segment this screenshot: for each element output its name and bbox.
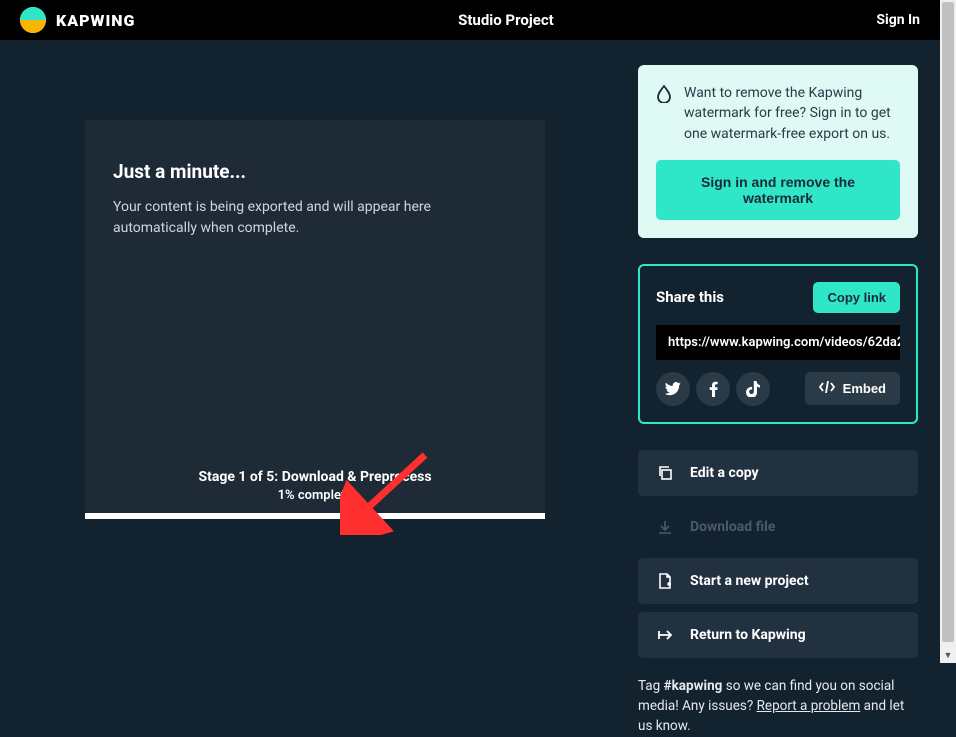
embed-icon: [819, 381, 835, 396]
progress-fill: [85, 513, 545, 519]
new-project-button[interactable]: Start a new project: [638, 558, 918, 604]
export-stage-label: Stage 1 of 5: Download & Preprocess: [113, 469, 517, 485]
facebook-icon[interactable]: [696, 372, 730, 406]
droplet-icon: [656, 85, 672, 144]
kapwing-logo-icon[interactable]: [20, 7, 46, 33]
header-left: KAPWING: [20, 7, 135, 33]
return-icon: [656, 629, 674, 641]
share-title: Share this: [656, 288, 724, 306]
copy-icon: [656, 465, 674, 481]
page-title: Studio Project: [458, 11, 554, 29]
scrollbar-thumb[interactable]: [942, 2, 954, 642]
report-problem-link[interactable]: Report a problem: [757, 698, 861, 714]
social-icons: [656, 372, 770, 406]
embed-button[interactable]: Embed: [805, 372, 900, 405]
twitter-icon[interactable]: [656, 372, 690, 406]
share-url[interactable]: https://www.kapwing.com/videos/62da2bf: [656, 325, 900, 360]
export-card: Just a minute... Your content is being e…: [85, 120, 545, 519]
download-label: Download file: [690, 519, 775, 535]
share-card: Share this Copy link https://www.kapwing…: [638, 264, 918, 424]
export-title: Just a minute...: [113, 160, 517, 183]
export-description: Your content is being exported and will …: [113, 197, 517, 239]
hashtag: #kapwing: [664, 678, 723, 694]
brand-name: KAPWING: [56, 11, 135, 30]
app-header: KAPWING Studio Project Sign In: [0, 0, 940, 40]
embed-label: Embed: [843, 381, 886, 396]
export-percent-label: 1% complete: [113, 488, 517, 503]
remove-watermark-button[interactable]: Sign in and remove the watermark: [656, 160, 900, 220]
new-file-icon: [656, 573, 674, 589]
watermark-text: Want to remove the Kapwing watermark for…: [684, 83, 900, 144]
sidebar: Want to remove the Kapwing watermark for…: [630, 40, 940, 663]
download-icon: [656, 519, 674, 535]
download-button: Download file: [638, 504, 918, 550]
return-label: Return to Kapwing: [690, 627, 806, 643]
signin-button[interactable]: Sign In: [876, 12, 920, 28]
new-project-label: Start a new project: [690, 573, 809, 589]
scrollbar[interactable]: ▲ ▼: [940, 0, 956, 663]
return-button[interactable]: Return to Kapwing: [638, 612, 918, 658]
edit-copy-button[interactable]: Edit a copy: [638, 450, 918, 496]
copy-link-button[interactable]: Copy link: [813, 282, 900, 313]
progress-bar: [85, 513, 545, 519]
export-panel: Just a minute... Your content is being e…: [0, 40, 630, 663]
footer-text: Tag #kapwing so we can find you on socia…: [638, 676, 918, 737]
tiktok-icon[interactable]: [736, 372, 770, 406]
scroll-down-icon[interactable]: ▼: [940, 647, 956, 663]
action-list: Edit a copy Download file Start a new pr…: [638, 450, 918, 658]
edit-copy-label: Edit a copy: [690, 465, 759, 481]
watermark-card: Want to remove the Kapwing watermark for…: [638, 65, 918, 238]
main-content: Just a minute... Your content is being e…: [0, 40, 940, 663]
